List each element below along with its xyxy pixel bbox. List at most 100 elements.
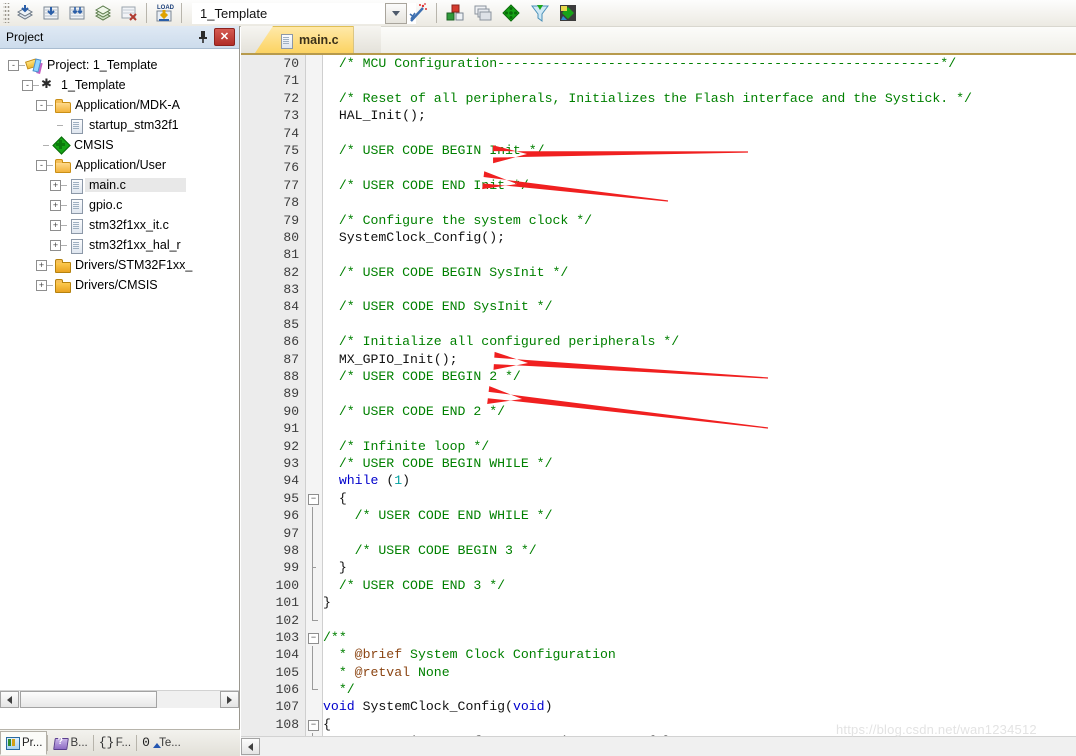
scroll-left-icon[interactable] (241, 738, 260, 755)
tree-expander[interactable]: - (36, 160, 47, 171)
code-token: SystemClock_Config( (355, 699, 513, 714)
tree-expander[interactable]: - (22, 80, 33, 91)
code-line[interactable]: } (323, 559, 1076, 576)
code-line[interactable]: /* USER CODE END 2 */ (323, 403, 1076, 420)
code-line[interactable]: /* USER CODE END 3 */ (323, 577, 1076, 594)
load-icon[interactable]: LOAD (151, 1, 177, 25)
batch-build-icon[interactable] (64, 1, 90, 25)
code-line[interactable]: /* Configure the system clock */ (323, 212, 1076, 229)
code-line[interactable]: HAL_Init(); (323, 107, 1076, 124)
translate-icon[interactable] (90, 1, 116, 25)
code-token: /* Initialize all configured peripherals… (339, 334, 679, 349)
tree-item[interactable]: +stm32f1xx_hal_r (0, 235, 239, 255)
fold-marker[interactable]: − (306, 490, 322, 507)
manage-layers-icon[interactable] (470, 1, 496, 25)
tree-item[interactable]: -Application/MDK-A (0, 95, 239, 115)
code-line[interactable]: /* USER CODE BEGIN WHILE */ (323, 455, 1076, 472)
tree-item[interactable]: startup_stm32f1 (0, 115, 239, 135)
code-line[interactable]: */ (323, 681, 1076, 698)
tree-item[interactable]: -Application/User (0, 155, 239, 175)
code-line[interactable] (323, 316, 1076, 333)
tab-templates[interactable]: 0Te... (137, 731, 186, 755)
code-line[interactable] (323, 281, 1076, 298)
project-scroll-thumb[interactable] (20, 691, 157, 708)
tree-expander[interactable]: - (8, 60, 19, 71)
code-text[interactable]: /* MCU Configuration--------------------… (323, 55, 1076, 737)
code-line[interactable] (323, 385, 1076, 402)
code-line[interactable]: { (323, 490, 1076, 507)
code-line[interactable]: void SystemClock_Config(void) (323, 698, 1076, 715)
code-line[interactable] (323, 72, 1076, 89)
fold-toggle-icon[interactable]: − (308, 720, 319, 731)
code-line[interactable]: MX_GPIO_Init(); (323, 351, 1076, 368)
tree-item[interactable]: +Drivers/STM32F1xx_ (0, 255, 239, 275)
fold-toggle-icon[interactable]: − (308, 494, 319, 505)
code-line[interactable]: /* USER CODE BEGIN SysInit */ (323, 264, 1076, 281)
tab-project[interactable]: Pr... (0, 731, 47, 755)
chevron-down-icon[interactable] (385, 3, 407, 24)
code-line[interactable] (323, 420, 1076, 437)
code-line[interactable]: /* Initialize all configured peripherals… (323, 333, 1076, 350)
tree-item[interactable]: -1_Template (0, 75, 239, 95)
code-line[interactable]: * @brief System Clock Configuration (323, 646, 1076, 663)
tree-item[interactable]: CMSIS (0, 135, 239, 155)
code-line[interactable]: /* MCU Configuration--------------------… (323, 55, 1076, 72)
code-line[interactable]: while (1) (323, 472, 1076, 489)
code-line[interactable]: /* USER CODE END WHILE */ (323, 507, 1076, 524)
fold-marker[interactable]: − (306, 629, 322, 646)
fold-guide (312, 525, 313, 542)
tab-books[interactable]: B... (48, 731, 92, 755)
tree-item[interactable]: +main.c (0, 175, 239, 195)
manage-project-items-icon[interactable] (442, 1, 468, 25)
code-line[interactable]: /* USER CODE BEGIN 2 */ (323, 368, 1076, 385)
tree-expander[interactable]: + (50, 200, 61, 211)
manage-run-time-icon[interactable] (555, 1, 581, 25)
code-line[interactable]: * @retval None (323, 664, 1076, 681)
code-line[interactable]: SystemClock_Config(); (323, 229, 1076, 246)
close-icon[interactable]: ✕ (214, 28, 235, 46)
stop-build-icon[interactable] (116, 1, 142, 25)
build-icon[interactable] (12, 1, 38, 25)
pack-installer-icon[interactable] (498, 1, 524, 25)
code-line[interactable]: /** (323, 629, 1076, 646)
magic-wand-icon[interactable] (405, 1, 431, 25)
code-line[interactable] (323, 125, 1076, 142)
code-line[interactable]: } (323, 594, 1076, 611)
code-line[interactable] (323, 194, 1076, 211)
scroll-right-icon[interactable] (220, 691, 239, 708)
code-line[interactable] (323, 525, 1076, 542)
rebuild-icon[interactable] (38, 1, 64, 25)
code-line[interactable] (323, 612, 1076, 629)
scroll-left-icon[interactable] (0, 691, 19, 708)
code-line[interactable]: /* Infinite loop */ (323, 438, 1076, 455)
tab-main-c[interactable]: main.c (255, 26, 354, 53)
code-line[interactable] (323, 246, 1076, 263)
pin-icon[interactable] (194, 28, 212, 46)
code-line[interactable]: /* USER CODE BEGIN 3 */ (323, 542, 1076, 559)
tree-item[interactable]: -Project: 1_Template (0, 55, 239, 75)
code-line[interactable]: /* USER CODE END Init */ (323, 177, 1076, 194)
tree-expander[interactable]: + (50, 220, 61, 231)
tree-expander[interactable]: + (36, 280, 47, 291)
code-line[interactable]: /* USER CODE END SysInit */ (323, 298, 1076, 315)
project-horizontal-scrollbar[interactable] (0, 690, 239, 708)
code-token: } (323, 595, 331, 610)
project-tree[interactable]: -Project: 1_Template-1_Template-Applicat… (0, 49, 239, 707)
tree-item[interactable]: +stm32f1xx_it.c (0, 215, 239, 235)
tab-functions[interactable]: {}F... (94, 731, 136, 755)
tree-expander[interactable]: + (50, 240, 61, 251)
tree-item[interactable]: +Drivers/CMSIS (0, 275, 239, 295)
code-fold-column[interactable]: − − − (306, 55, 323, 737)
code-line[interactable] (323, 159, 1076, 176)
code-line[interactable]: /* USER CODE BEGIN Init */ (323, 142, 1076, 159)
tree-item[interactable]: +gpio.c (0, 195, 239, 215)
fold-toggle-icon[interactable]: − (308, 633, 319, 644)
tree-expander[interactable]: + (36, 260, 47, 271)
target-selector[interactable]: 1_Template (192, 3, 416, 24)
tree-expander[interactable]: + (50, 180, 61, 191)
toolbar-grip[interactable] (3, 3, 10, 23)
code-line[interactable]: /* Reset of all peripherals, Initializes… (323, 90, 1076, 107)
fold-marker[interactable]: − (306, 716, 322, 733)
tree-expander[interactable]: - (36, 100, 47, 111)
configuration-wizard-icon[interactable] (527, 1, 553, 25)
